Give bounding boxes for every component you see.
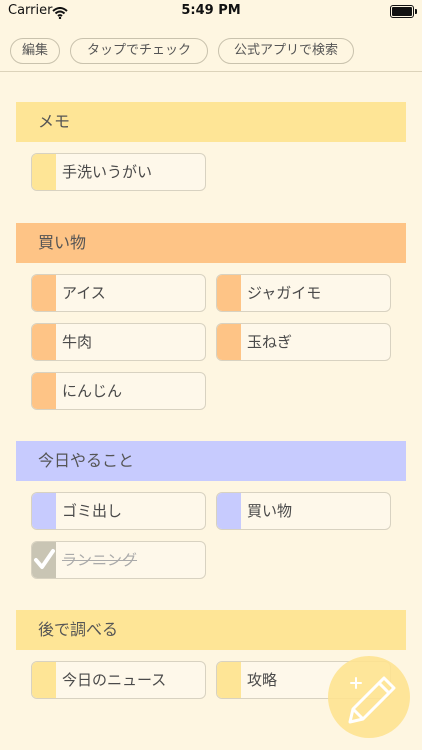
search-official-app-button[interactable]: 公式アプリで検索 [218, 38, 354, 64]
color-swatch [32, 662, 56, 698]
list-item[interactable]: ジャガイモ [216, 274, 391, 312]
toolbar-divider [0, 71, 422, 72]
color-swatch [217, 324, 241, 360]
clock-label: 5:49 PM [181, 3, 241, 18]
item-label: 牛肉 [62, 333, 93, 351]
color-swatch [32, 275, 56, 311]
color-swatch [32, 324, 56, 360]
list-item[interactable]: 今日のニュース [31, 661, 206, 699]
battery-icon [390, 5, 417, 18]
list-item[interactable]: 買い物 [216, 492, 391, 530]
section-header-later[interactable]: 後で調べる [16, 610, 406, 650]
color-swatch [32, 493, 56, 529]
color-swatch [217, 275, 241, 311]
item-label: 今日のニュース [62, 671, 167, 689]
edit-button[interactable]: 編集 [10, 38, 60, 64]
color-swatch [32, 373, 56, 409]
checkmark-icon [32, 542, 56, 578]
list-item[interactable]: にんじん [31, 372, 206, 410]
item-label: ゴミ出し [62, 502, 123, 520]
item-label: 買い物 [247, 502, 293, 520]
item-label: アイス [62, 284, 106, 302]
item-label: にんじん [62, 382, 123, 400]
item-label: 攻略 [247, 671, 278, 689]
pencil-icon [348, 676, 396, 724]
list-item[interactable]: 手洗いうがい [31, 153, 206, 191]
section-header-today[interactable]: 今日やること [16, 441, 406, 481]
color-swatch [32, 154, 56, 190]
item-label: ランニング [62, 551, 138, 569]
status-bar: Carrier 5:49 PM [0, 0, 422, 24]
list-item-checked[interactable]: ランニング [31, 541, 206, 579]
add-note-button[interactable] [328, 656, 410, 738]
list-item[interactable]: ゴミ出し [31, 492, 206, 530]
list-item[interactable]: アイス [31, 274, 206, 312]
item-label: 玉ねぎ [247, 333, 293, 351]
toolbar: 編集 タップでチェック 公式アプリで検索 [0, 34, 422, 70]
color-swatch [217, 493, 241, 529]
color-swatch [217, 662, 241, 698]
section-header-shopping[interactable]: 買い物 [16, 223, 406, 263]
list-item[interactable]: 牛肉 [31, 323, 206, 361]
tap-to-check-button[interactable]: タップでチェック [70, 38, 208, 64]
section-header-memo[interactable]: メモ [16, 102, 406, 142]
item-label: 手洗いうがい [62, 163, 153, 181]
list-item[interactable]: 玉ねぎ [216, 323, 391, 361]
item-label: ジャガイモ [247, 284, 322, 302]
